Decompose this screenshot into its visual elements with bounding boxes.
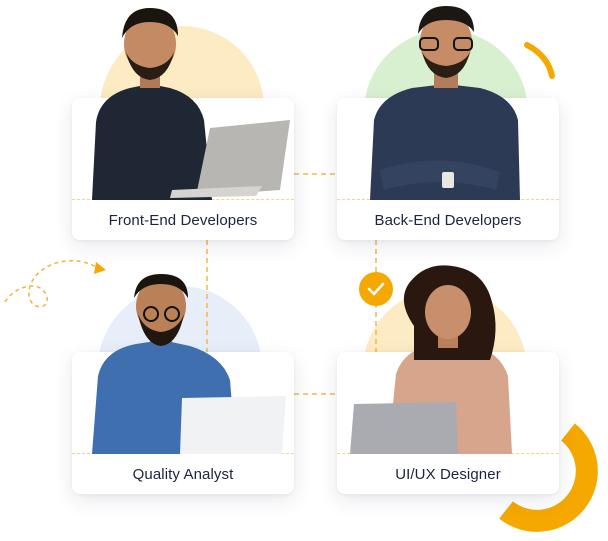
role-card-quality-analyst[interactable]: Quality Analyst <box>72 352 294 494</box>
role-label: Back-End Developers <box>374 211 522 229</box>
arc-decoration-top-right <box>524 42 555 79</box>
role-label: Quality Analyst <box>132 465 234 483</box>
role-card-front-end[interactable]: Front-End Developers <box>72 98 294 240</box>
arrow-head <box>94 262 106 274</box>
check-icon <box>367 282 385 296</box>
role-label: Front-End Developers <box>108 211 258 229</box>
check-badge <box>359 272 393 306</box>
dashed-arrow-icon <box>4 259 99 308</box>
role-label: UI/UX Designer <box>395 465 501 483</box>
team-roles-illustration: Front-End Developers Back-End Developers… <box>0 0 608 541</box>
role-card-ui-ux-designer[interactable]: UI/UX Designer <box>337 352 559 494</box>
role-card-back-end[interactable]: Back-End Developers <box>337 98 559 240</box>
